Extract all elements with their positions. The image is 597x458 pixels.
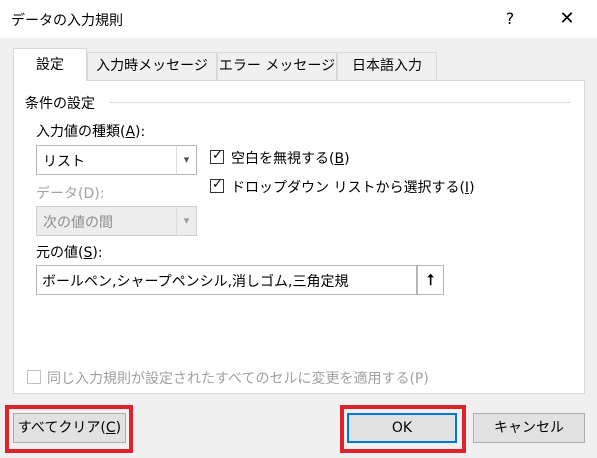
data-select-value: 次の値の間: [43, 215, 113, 231]
source-input[interactable]: ボールペン,シャープペンシル,消しゴム,三角定規: [36, 265, 417, 295]
apply-all-checkbox: [27, 370, 41, 384]
checkmark-icon: ✓: [212, 148, 223, 163]
range-select-button[interactable]: ⭡: [417, 265, 444, 295]
data-select: 次の値の間 ▾: [36, 206, 197, 236]
collapse-dialog-icon: ⭡: [426, 271, 435, 289]
in-cell-dropdown-checkbox[interactable]: ✓: [210, 177, 224, 193]
tab-settings[interactable]: 設定: [13, 48, 87, 81]
settings-panel: 条件の設定 入力値の種類(A): リスト ▾ データ(D): 次の値の間 ▾ ✓…: [13, 80, 585, 394]
data-label: データ(D):: [36, 186, 105, 202]
ignore-blank-label[interactable]: 空白を無視する(B): [231, 148, 350, 168]
title-bar: データの入力規則 ? ✕: [0, 0, 597, 38]
allow-label: 入力値の種類(A):: [36, 124, 146, 140]
ok-highlight: [340, 405, 466, 453]
chevron-down-icon: ▾: [176, 207, 196, 235]
in-cell-dropdown-label[interactable]: ドロップダウン リストから選択する(I): [231, 177, 475, 197]
allow-select-value: リスト: [43, 154, 85, 170]
tab-input-message[interactable]: 入力時メッセージ: [87, 52, 217, 80]
cancel-button[interactable]: キャンセル: [473, 413, 585, 443]
group-divider: [109, 102, 571, 103]
clear-all-highlight: [5, 405, 133, 453]
tab-japanese-input[interactable]: 日本語入力: [337, 52, 437, 80]
ignore-blank-checkbox[interactable]: ✓: [210, 148, 224, 164]
apply-all-label: 同じ入力規則が設定されたすべてのセルに変更を適用する(P): [47, 371, 429, 387]
checkmark-icon: ✓: [212, 177, 223, 192]
chevron-down-icon[interactable]: ▾: [176, 146, 196, 174]
criteria-group-label: 条件の設定: [25, 93, 99, 113]
dialog-title: データの入力規則: [11, 13, 123, 29]
help-button[interactable]: ?: [495, 5, 525, 33]
close-button[interactable]: ✕: [547, 5, 587, 33]
source-input-value: ボールペン,シャープペンシル,消しゴム,三角定規: [42, 274, 349, 290]
tab-error-message[interactable]: エラー メッセージ: [217, 52, 337, 80]
allow-select[interactable]: リスト ▾: [36, 145, 197, 175]
source-label: 元の値(S):: [36, 245, 103, 261]
